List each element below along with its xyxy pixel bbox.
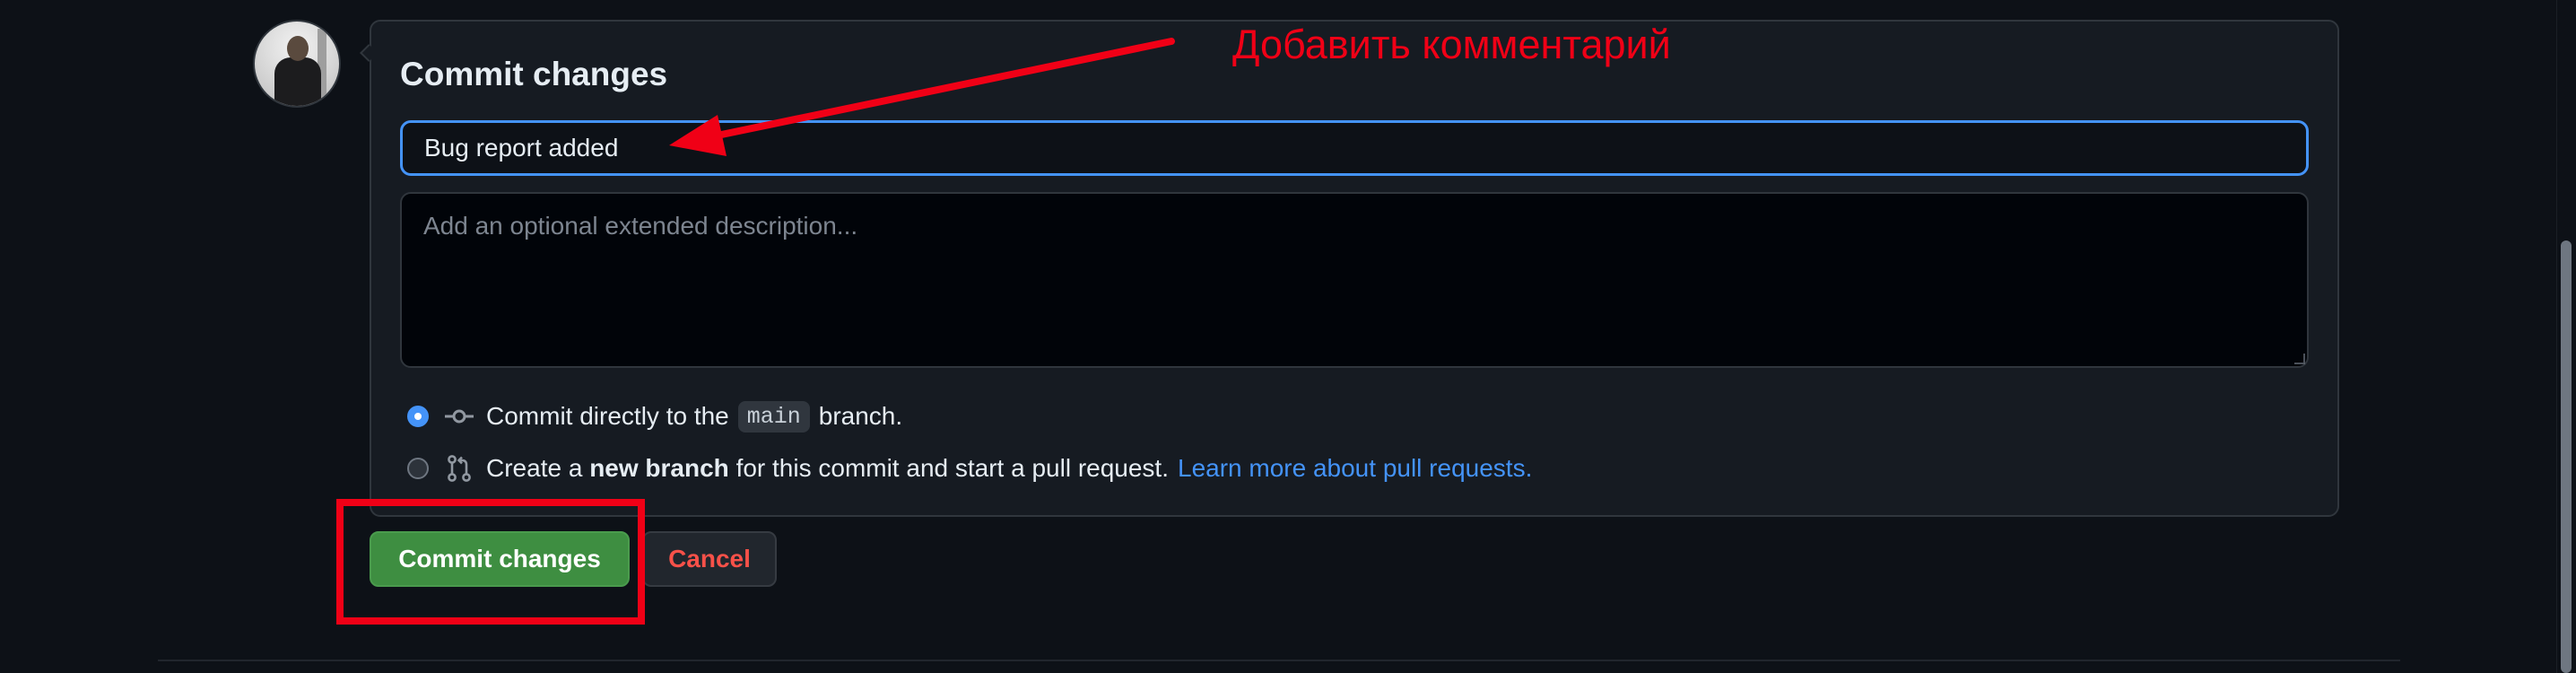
annotation-text: Добавить комментарий (1232, 22, 1671, 67)
annotation-arrow (669, 38, 1175, 156)
commit-page: Commit changes Commit directly to the ma… (0, 0, 2576, 673)
page-divider (158, 660, 2400, 661)
scrollbar-thumb[interactable] (2561, 240, 2572, 673)
